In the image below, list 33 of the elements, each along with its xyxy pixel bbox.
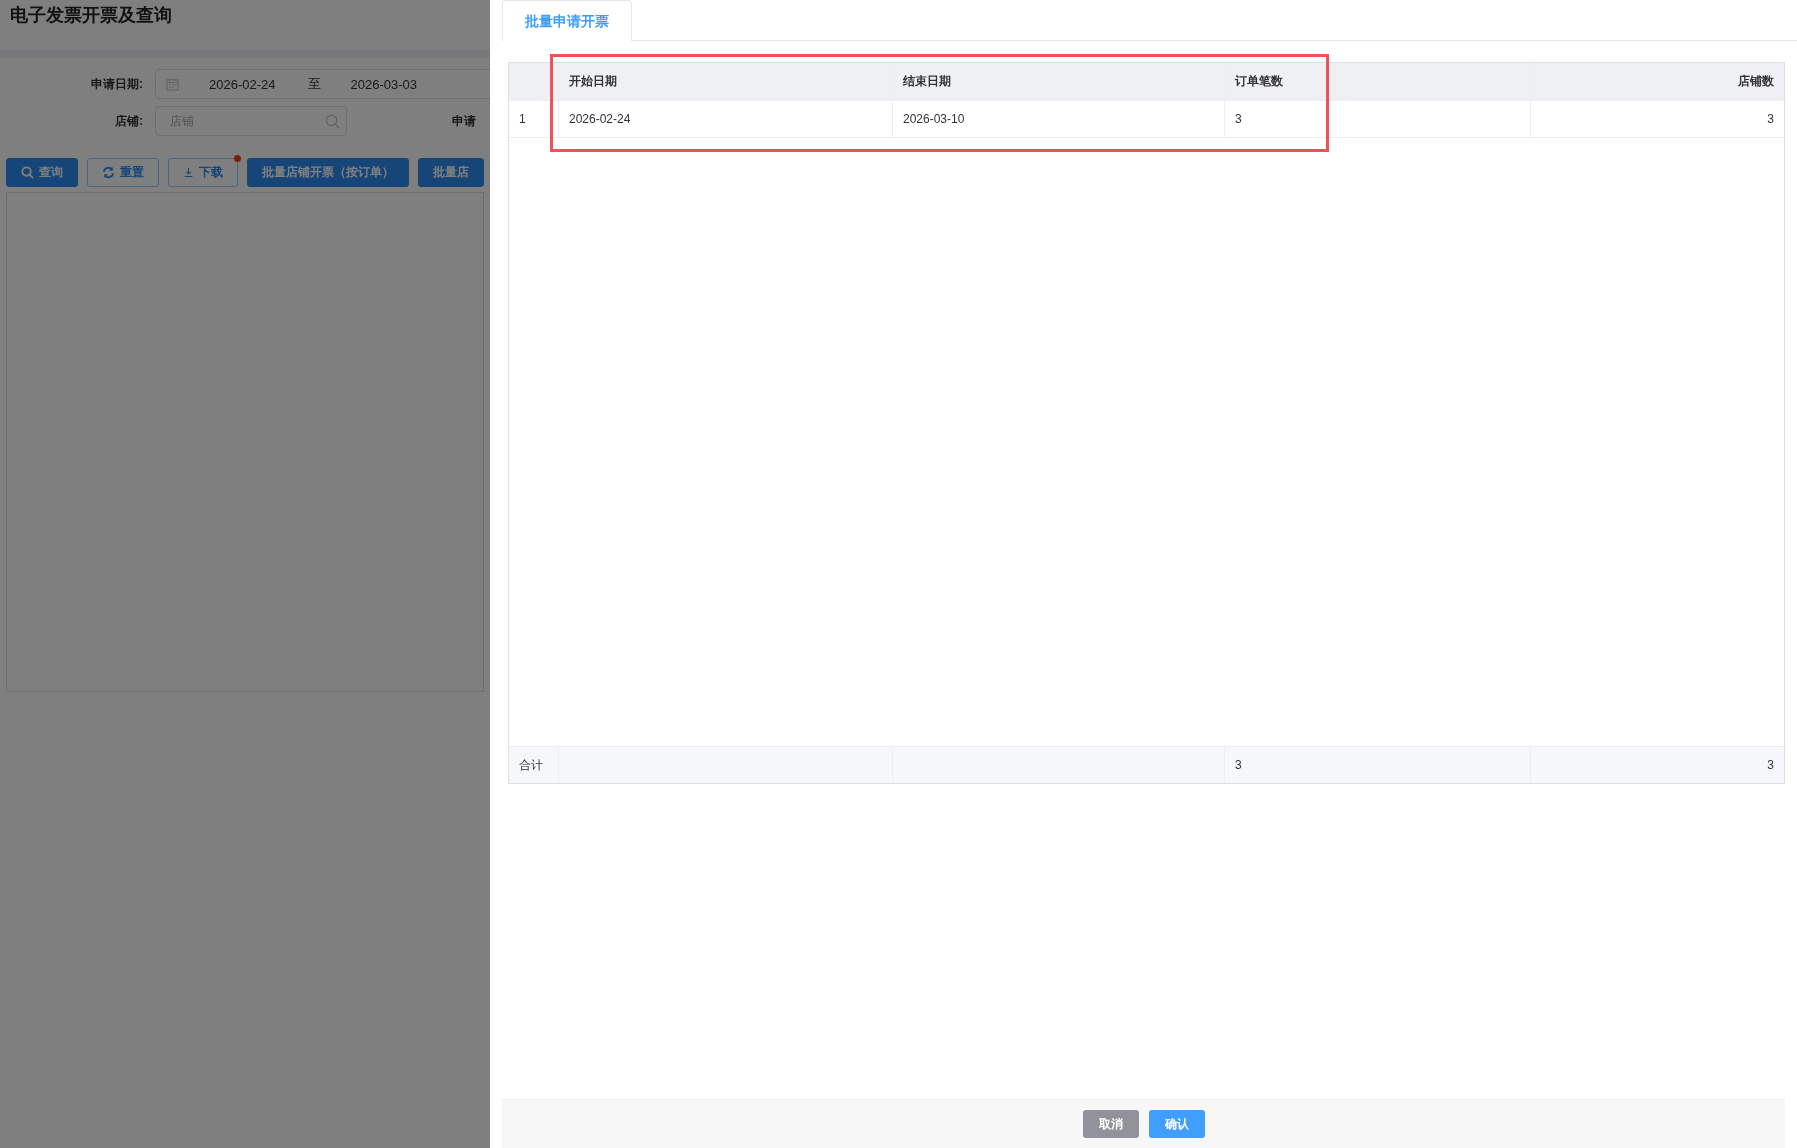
search-icon [325, 113, 340, 129]
batch-invoice-button[interactable]: 批量店铺开票（按订单） [247, 158, 409, 187]
calendar-icon [166, 77, 179, 91]
reset-button[interactable]: 重置 [87, 158, 159, 187]
date-separator: 至 [307, 75, 321, 93]
row-number: 1 [509, 101, 559, 137]
table-cell-text: 3 [1766, 111, 1775, 128]
table-cell: 2026-02-24 [559, 101, 893, 137]
date-range-field[interactable]: 2026-02-24 至 2026-03-03 [155, 69, 490, 99]
column-header: 结束日期 [893, 63, 1225, 100]
summary-cell: 3 [1225, 747, 1531, 783]
batch-invoice-button[interactable]: 批量店 [418, 158, 484, 187]
date-value: 2026-02-24 [209, 76, 276, 92]
page-title: 电子发票开票及查询 [9, 4, 173, 27]
column-header: 订单笔数 [1225, 63, 1531, 100]
filter-label: 申请日期: [90, 75, 144, 93]
download-button[interactable]: 下载 [168, 158, 238, 187]
column-header: 店铺数 [1737, 73, 1775, 90]
search-button[interactable]: 查询 [6, 158, 78, 187]
refresh-icon [102, 166, 115, 179]
tab[interactable]: 批量申请开票 [502, 0, 632, 41]
summary-label: 合计 [509, 747, 559, 783]
table-cell: 2026-03-10 [893, 101, 1225, 137]
cancel-button[interactable]: 取消 [1082, 1110, 1139, 1138]
column-header: 开始日期 [559, 63, 893, 100]
summary-cell-text: 3 [1766, 757, 1775, 774]
search-icon [21, 166, 34, 179]
filter-label: 申请 [452, 112, 476, 130]
date-value: 2026-03-03 [350, 76, 417, 92]
download-icon [183, 167, 194, 178]
filter-label: 店铺: [114, 112, 144, 130]
table-cell: 3 [1225, 101, 1531, 137]
confirm-button[interactable]: 确认 [1148, 1110, 1205, 1138]
